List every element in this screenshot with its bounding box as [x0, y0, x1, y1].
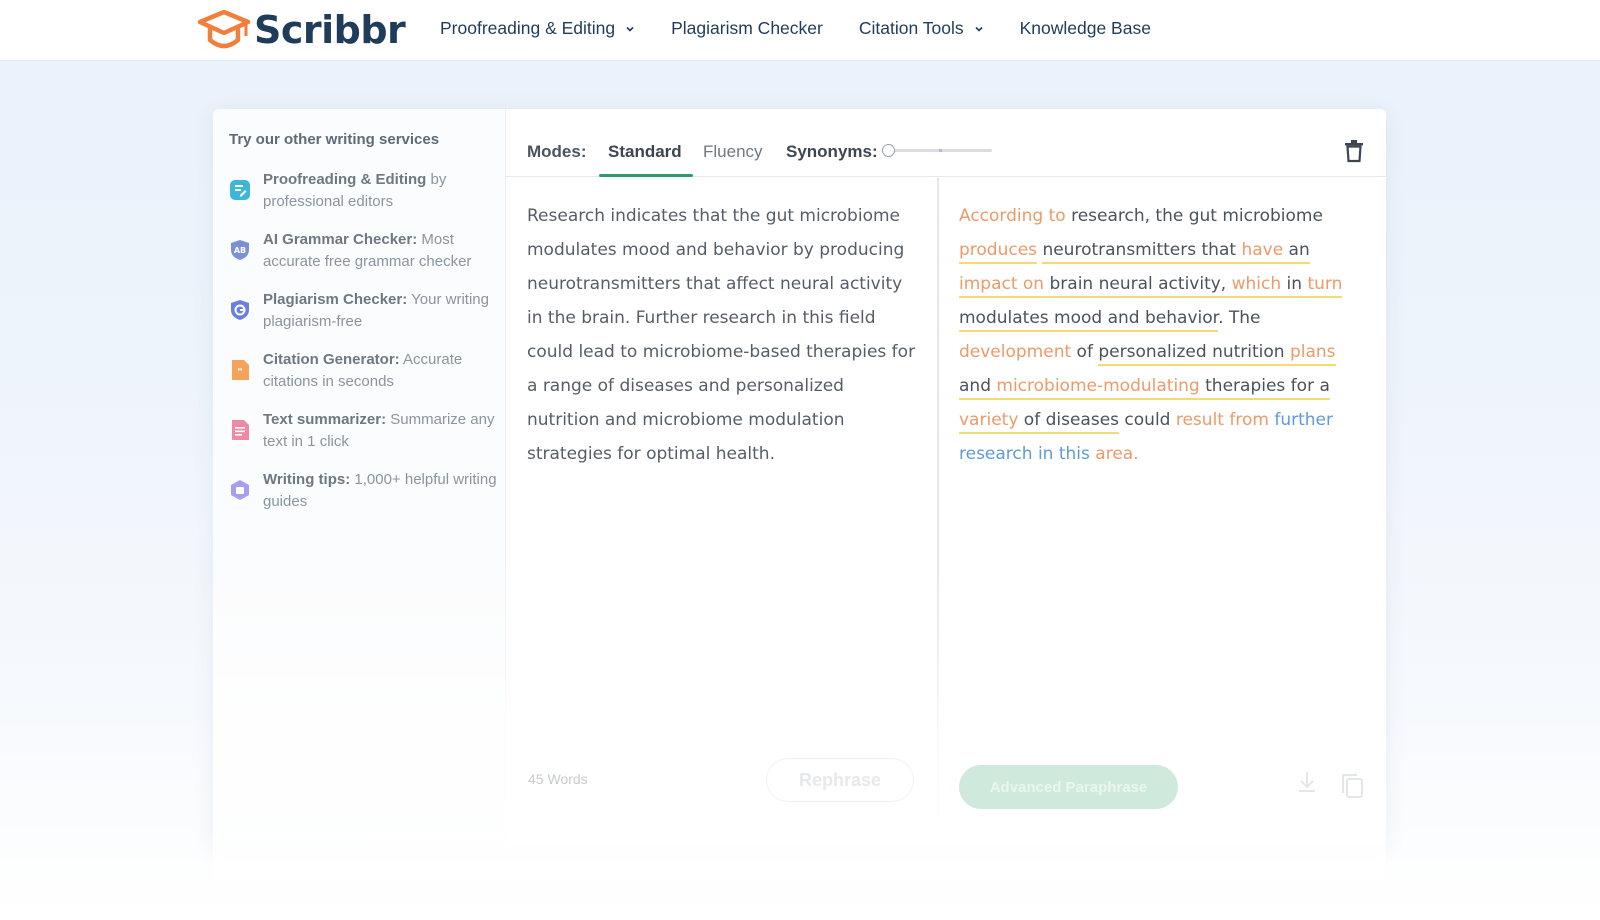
output-segment[interactable]: have	[1241, 240, 1284, 264]
service-name: Text summarizer:	[263, 411, 387, 428]
nav-label: Citation Tools	[858, 18, 964, 38]
output-segment[interactable]: turn	[1307, 274, 1343, 298]
service-name: Citation Generator:	[263, 351, 400, 368]
sidebar-item-writing-tips[interactable]: Writing tips: 1,000+ helpful writing gui…	[229, 469, 499, 513]
output-segment[interactable]: microbiome-modulating	[996, 376, 1200, 400]
synonyms-slider-step	[939, 149, 942, 152]
output-segment: an	[1283, 240, 1310, 264]
sidebar-item-text: Text summarizer: Summarize any text in 1…	[263, 409, 499, 453]
output-segment: could	[1119, 410, 1176, 430]
input-text-area[interactable]: Research indicates that the gut microbio…	[527, 199, 917, 471]
main-nav: Proofreading & Editing Plagiarism Checke…	[440, 18, 1187, 39]
nav-label: Plagiarism Checker	[671, 18, 823, 38]
output-segment[interactable]: variety	[959, 410, 1019, 434]
paraphrased-output[interactable]: According to research, the gut microbiom…	[959, 199, 1359, 471]
copy-icon[interactable]	[1340, 773, 1364, 799]
trash-icon[interactable]	[1343, 139, 1365, 163]
service-name: Plagiarism Checker:	[263, 291, 408, 308]
chevron-down-icon	[975, 26, 983, 32]
active-tab-indicator	[599, 174, 693, 177]
output-segment[interactable]: result from	[1176, 410, 1269, 430]
output-segment: . The	[1218, 308, 1261, 328]
sidebar-item-text-summarizer[interactable]: Text summarizer: Summarize any text in 1…	[229, 409, 499, 453]
output-segment: and	[959, 376, 997, 400]
sidebar-item-text: AI Grammar Checker: Most accurate free g…	[263, 229, 499, 273]
output-segment: research, the gut microbiome	[1065, 206, 1323, 226]
panel-divider	[937, 178, 939, 818]
service-name: AI Grammar Checker:	[263, 231, 418, 248]
output-segment[interactable]: According to	[959, 206, 1066, 226]
output-segment: modulates mood and behavior	[959, 308, 1219, 332]
sidebar-item-proofreading[interactable]: Proofreading & Editing by professional e…	[229, 169, 499, 213]
svg-text:AB: AB	[234, 246, 246, 255]
output-segment: brain neural activity,	[1044, 274, 1232, 298]
output-segment: personalized nutrition	[1098, 342, 1290, 366]
citation-quote-icon: "	[229, 359, 251, 381]
sidebar-item-plagiarism-checker[interactable]: Plagiarism Checker: Your writing plagiar…	[229, 289, 499, 333]
graduation-cap-icon	[197, 9, 251, 49]
output-segment[interactable]: produces	[959, 240, 1038, 264]
service-name: Proofreading & Editing	[263, 171, 427, 188]
modes-label: Modes:	[527, 142, 587, 161]
output-segment[interactable]: area.	[1095, 444, 1138, 464]
chevron-down-icon	[626, 26, 634, 32]
service-name: Writing tips:	[263, 471, 351, 488]
tab-fluency[interactable]: Fluency	[703, 142, 763, 162]
advanced-paraphrase-button[interactable]: Advanced Paraphrase	[959, 765, 1178, 809]
writing-tips-icon	[229, 479, 251, 501]
synonyms-label: Synonyms:	[786, 142, 878, 161]
plagiarism-shield-icon	[229, 299, 251, 321]
nav-label: Knowledge Base	[1019, 18, 1151, 38]
sidebar-item-text: Citation Generator: Accurate citations i…	[263, 349, 499, 393]
output-segment[interactable]: development	[959, 342, 1071, 362]
rephrase-button[interactable]: Rephrase	[766, 758, 914, 802]
nav-label: Proofreading & Editing	[440, 18, 616, 38]
nav-proofreading-editing[interactable]: Proofreading & Editing	[440, 18, 635, 39]
output-segment: of diseases	[1018, 410, 1120, 434]
summarizer-list-icon	[229, 419, 251, 441]
nav-plagiarism-checker[interactable]: Plagiarism Checker	[671, 18, 823, 39]
sidebar-item-text: Writing tips: 1,000+ helpful writing gui…	[263, 469, 499, 513]
download-icon[interactable]	[1297, 770, 1317, 794]
output-segment[interactable]: plans	[1289, 342, 1336, 366]
grammar-shield-icon: AB	[229, 239, 251, 261]
sidebar-item-text: Proofreading & Editing by professional e…	[263, 169, 499, 213]
brand-name: Scribbr	[254, 8, 406, 52]
output-segment[interactable]: which	[1231, 274, 1282, 298]
document-pen-icon	[229, 179, 251, 201]
output-segment: neurotransmitters that	[1042, 240, 1242, 264]
services-sidebar: Try our other writing services Proofread…	[213, 109, 506, 846]
top-header: Scribbr Proofreading & Editing Plagiaris…	[0, 0, 1600, 61]
nav-knowledge-base[interactable]: Knowledge Base	[1020, 18, 1151, 39]
output-segment: therapies for a	[1199, 376, 1330, 400]
sidebar-item-text: Plagiarism Checker: Your writing plagiar…	[263, 289, 499, 333]
output-segment: of	[1071, 342, 1099, 362]
svg-text:": "	[237, 367, 242, 378]
mode-toolbar: Modes: Standard Fluency Synonyms:	[506, 109, 1386, 177]
sidebar-item-grammar-checker[interactable]: AB AI Grammar Checker: Most accurate fre…	[229, 229, 499, 273]
output-segment: in	[1281, 274, 1308, 298]
nav-citation-tools[interactable]: Citation Tools	[859, 18, 984, 39]
tab-standard[interactable]: Standard	[608, 142, 682, 162]
synonyms-slider-handle[interactable]	[882, 144, 895, 157]
sidebar-title: Try our other writing services	[229, 131, 440, 148]
output-segment[interactable]: impact on	[959, 274, 1045, 298]
sidebar-item-citation-generator[interactable]: " Citation Generator: Accurate citations…	[229, 349, 499, 393]
scribbr-logo[interactable]: Scribbr	[196, 6, 406, 54]
word-count: 45 Words	[528, 771, 588, 787]
